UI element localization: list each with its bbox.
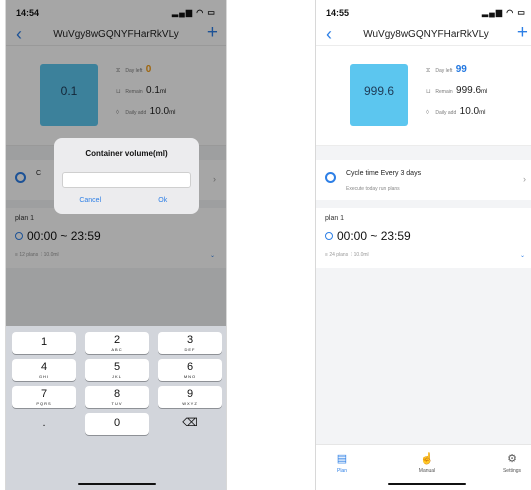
plan-name: plan 1	[325, 215, 345, 222]
cycle-subtitle: Execute today run plans	[346, 186, 400, 192]
cycle-clock-icon	[325, 172, 336, 183]
key-letters: JKL	[112, 374, 122, 379]
daily-add-value: 10.0	[459, 106, 480, 117]
key-number: 0	[113, 417, 121, 429]
gear-icon: ⚙	[507, 453, 517, 465]
plan-time-range: 00:00 ~ 23:59	[337, 229, 411, 243]
ok-button[interactable]: Ok	[127, 197, 200, 204]
key-2[interactable]: 2 ABC	[85, 332, 149, 354]
volume-input[interactable]	[62, 172, 191, 188]
day-left-label: Day left	[435, 68, 453, 74]
key-number: 5	[113, 361, 121, 373]
day-left-value: 99	[455, 64, 467, 75]
status-bar: 14:55 ▂▄▆ ◠ ▭	[316, 0, 531, 24]
cycle-row[interactable]: Cycle time Every 3 days Execute today ru…	[316, 160, 531, 200]
tab-manual-label: Manual	[418, 468, 436, 474]
chevron-down-icon[interactable]: ⌄	[520, 252, 525, 259]
nav-bar: ‹ WuVgy8wGQNYFHarRkVLy +	[316, 23, 531, 46]
key-backspace[interactable]: ⌫	[158, 413, 222, 435]
signal-wifi-battery-icon: ▂▄▆ ◠ ▭	[482, 8, 526, 17]
drop-icon: ◊	[426, 110, 429, 116]
plan-count: 24 plans	[329, 252, 349, 258]
key-5[interactable]: 5 JKL	[85, 359, 149, 381]
container-tank[interactable]: 999.6	[350, 64, 408, 126]
key-number: 2	[113, 334, 121, 346]
key-8[interactable]: 8 TUV	[85, 386, 149, 408]
key-4[interactable]: 4 GHI	[12, 359, 76, 381]
plan-item[interactable]: plan 1 00:00 ~ 23:59 ≡ 24 plans ⫶ 10.0ml…	[316, 208, 531, 268]
numeric-keyboard: 1 2 ABC 3 DEF 4 GHI 5 JKL 6 MNO 7 PQRS 8 TUV 9W…	[6, 326, 226, 490]
key-7[interactable]: 7 PQRS	[12, 386, 76, 408]
plan-meta: ≡ 24 plans ⫶ 10.0ml	[325, 252, 369, 258]
hand-icon: ☝	[420, 453, 434, 465]
key-letters: DEF	[184, 347, 196, 352]
remain-stat: ⊔ Remain 999.6ml	[426, 85, 487, 96]
phone-screen-left: 14:54 ▂▄▆ ◠ ▭ ‹ WuVgy8wGQNYFHarRkVLy + 0…	[5, 0, 227, 490]
tab-manual[interactable]: ☝ Manual	[407, 452, 447, 474]
key-6[interactable]: 6 MNO	[158, 359, 222, 381]
home-indicator	[388, 483, 466, 485]
key-letters: PQRS	[36, 401, 52, 406]
plan-volume: 10.0ml	[353, 252, 369, 258]
key-1[interactable]: 1	[12, 332, 76, 354]
backspace-icon: ⌫	[182, 417, 198, 429]
cycle-title: Cycle time Every 3 days	[346, 170, 422, 177]
add-plan-icon[interactable]: +	[517, 23, 528, 43]
key-letters: MNO	[183, 374, 197, 379]
home-indicator	[78, 483, 156, 485]
container-card: 999.6 ⧖ Day left 99 ⊔ Remain 999.6ml ◊ D…	[316, 46, 531, 146]
key-letters: GHI	[38, 374, 50, 379]
phone-screen-right: 14:55 ▂▄▆ ◠ ▭ ‹ WuVgy8wGQNYFHarRkVLy + 9…	[315, 0, 531, 490]
tab-settings[interactable]: ⚙ Settings	[492, 452, 531, 474]
clock-icon	[325, 232, 333, 240]
tab-bar: ▤ Plan ☝ Manual ⚙ Settings	[316, 444, 531, 490]
day-left-stat: ⧖ Day left 99	[426, 64, 467, 75]
key-number: 1	[40, 336, 48, 348]
cancel-button[interactable]: Cancel	[54, 197, 127, 204]
key-number: .	[42, 417, 46, 429]
key-number: 7	[40, 388, 48, 400]
hourglass-icon: ⧖	[426, 68, 431, 74]
calendar-list-icon: ▤	[336, 453, 348, 465]
key-number: 6	[186, 361, 194, 373]
tab-plan-label: Plan	[336, 468, 347, 474]
device-title: WuVgy8wGQNYFHarRkVLy	[363, 29, 489, 40]
tab-plan[interactable]: ▤ Plan	[322, 452, 362, 474]
key-number: 3	[186, 334, 194, 346]
key-number: 8	[113, 388, 121, 400]
container-volume-dialog: Container volume(ml) Cancel Ok	[54, 138, 199, 214]
key-letters: ABC	[111, 347, 123, 352]
container-icon: ⊔	[426, 89, 431, 95]
tab-settings-label: Settings	[502, 468, 522, 474]
tank-value: 999.6	[363, 84, 395, 98]
remain-unit: ml	[481, 89, 488, 95]
remain-label: Remain	[435, 89, 453, 95]
key-0[interactable]: 0	[85, 413, 149, 435]
chevron-right-icon: ›	[523, 174, 526, 184]
remain-value: 999.6	[456, 85, 482, 96]
key-decimal[interactable]: .	[12, 413, 76, 435]
key-number: 9	[186, 388, 194, 400]
key-3[interactable]: 3 DEF	[158, 332, 222, 354]
daily-add-label: Daily add	[435, 110, 457, 116]
status-time: 14:55	[326, 8, 350, 18]
key-number: 4	[40, 361, 48, 373]
key-9[interactable]: 9 WXYZ	[158, 386, 222, 408]
daily-add-stat: ◊ Daily add 10.0ml	[426, 106, 485, 117]
key-letters: WXYZ	[182, 401, 198, 406]
daily-add-unit: ml	[479, 110, 486, 116]
key-letters: TUV	[111, 401, 123, 406]
dialog-title: Container volume(ml)	[85, 149, 168, 158]
